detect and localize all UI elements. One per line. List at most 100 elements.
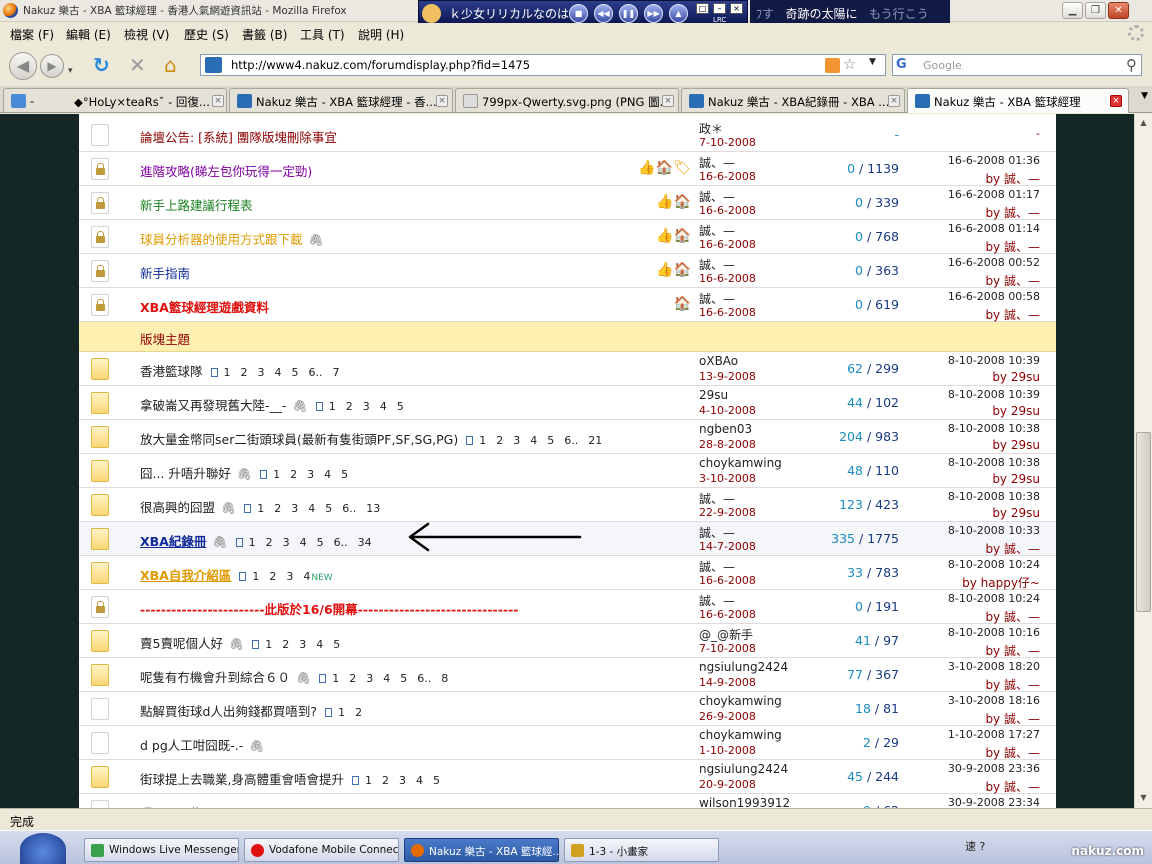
page-link[interactable]: 2 — [241, 366, 248, 379]
page-link[interactable]: 4 — [416, 774, 423, 787]
last-post-date[interactable]: 8-10-2008 10:24 — [948, 558, 1040, 571]
last-post-date[interactable]: 3-10-2008 18:20 — [948, 660, 1040, 673]
page-link[interactable]: 3 — [283, 536, 290, 549]
stop-icon[interactable]: ■ — [569, 4, 588, 23]
page-link[interactable]: 4 — [530, 434, 537, 447]
page-link[interactable]: 6.. — [334, 536, 348, 549]
thread-title-link[interactable]: XBA籃球經理遊戲資料 — [140, 300, 269, 315]
page-link[interactable]: 3 — [366, 672, 373, 685]
page-link[interactable]: 5 — [400, 672, 407, 685]
tab-close-icon[interactable]: × — [436, 95, 448, 107]
page-link[interactable]: 4 — [308, 502, 315, 515]
thread-author[interactable]: 誠、— — [699, 524, 735, 541]
bookmark-star-icon[interactable]: ☆ — [843, 55, 856, 73]
page-link[interactable]: 3 — [286, 570, 293, 583]
page-link[interactable]: 1 — [273, 468, 280, 481]
home-icon[interactable]: ⌂ — [164, 54, 177, 76]
tab-active[interactable]: Nakuz 樂古 - XBA 籃球經理 × — [907, 88, 1129, 113]
minimize-button[interactable]: ▁ — [1062, 2, 1083, 19]
page-link[interactable]: 1 — [265, 638, 272, 651]
vertical-scrollbar[interactable]: ▲ ▼ — [1134, 114, 1152, 808]
last-post-date[interactable]: 16-6-2008 01:36 — [948, 154, 1040, 167]
thread-author[interactable]: 誠、— — [699, 222, 735, 239]
history-dropdown-icon[interactable]: ▾ — [68, 60, 73, 82]
page-link[interactable]: 2 — [349, 672, 356, 685]
thread-author[interactable]: 誠、— — [699, 592, 735, 609]
page-link[interactable]: 6.. — [342, 502, 356, 515]
thread-author[interactable]: 誠、— — [699, 490, 735, 507]
thread-title-link[interactable]: 很高興的囧盟 — [140, 500, 215, 515]
thread-author[interactable]: 29su — [699, 388, 728, 402]
page-link[interactable]: 1 — [338, 706, 345, 719]
menu-history[interactable]: 歷史 (S) — [184, 26, 229, 43]
search-icon[interactable]: ⚲ — [1126, 56, 1137, 74]
last-poster-link[interactable]: 誠、— — [1004, 644, 1040, 658]
page-link[interactable]: 3 — [307, 468, 314, 481]
page-link[interactable]: 2 — [274, 502, 281, 515]
last-poster-link[interactable]: 29su — [1011, 472, 1040, 486]
last-post-date[interactable]: 30-9-2008 23:34 — [948, 796, 1040, 808]
last-poster-link[interactable]: 誠、— — [1004, 712, 1040, 726]
last-post-date[interactable]: 8-10-2008 10:16 — [948, 626, 1040, 639]
close-button[interactable]: ✕ — [1108, 2, 1129, 19]
thread-title-link[interactable]: 拿破崙又再發現舊大陸-__- — [140, 398, 287, 413]
page-link[interactable]: 1 — [329, 400, 336, 413]
last-post-date[interactable]: 8-10-2008 10:38 — [948, 422, 1040, 435]
page-link[interactable]: 3 — [399, 774, 406, 787]
last-post-date[interactable]: 16-6-2008 00:58 — [948, 290, 1040, 303]
thread-title-link[interactable]: XBA自我介紹區 — [140, 568, 231, 583]
last-poster-link[interactable]: 29su — [1011, 370, 1040, 384]
thread-title-link[interactable]: 球員分析器的使用方式跟下載 — [140, 232, 303, 247]
page-link[interactable]: 13 — [366, 502, 380, 515]
page-link[interactable]: 6.. — [309, 366, 323, 379]
player-restore-icon[interactable]: □ — [696, 3, 709, 14]
page-link[interactable]: 3 — [258, 366, 265, 379]
page-link[interactable]: 2 — [282, 638, 289, 651]
page-link[interactable]: 6.. — [417, 672, 431, 685]
last-post-date[interactable]: - — [1036, 127, 1040, 140]
taskbar-item-paint[interactable]: 1-3 - 小畫家 — [564, 838, 719, 862]
page-link[interactable]: 2 — [290, 468, 297, 481]
page-link[interactable]: 1 — [257, 502, 264, 515]
page-link[interactable]: 2 — [355, 706, 362, 719]
thread-title-link[interactable]: 囧... 升唔升聯好 — [140, 466, 231, 481]
thread-title-link[interactable]: 新手上路建議行程表 — [140, 198, 253, 213]
menu-help[interactable]: 說明 (H) — [358, 26, 404, 43]
page-link[interactable]: 3 — [299, 638, 306, 651]
page-link[interactable]: 5 — [547, 434, 554, 447]
last-post-date[interactable]: 8-10-2008 10:24 — [948, 592, 1040, 605]
eject-icon[interactable]: ▲ — [669, 4, 688, 23]
last-poster-link[interactable]: 誠、— — [1004, 274, 1040, 288]
scroll-up-icon[interactable]: ▲ — [1136, 115, 1151, 130]
player-minimize-icon[interactable]: – — [713, 3, 726, 14]
thread-author[interactable]: 政＊ — [699, 120, 723, 137]
page-link[interactable]: 5 — [333, 638, 340, 651]
menu-tools[interactable]: 工具 (T) — [300, 26, 345, 43]
last-poster-link[interactable]: 誠、— — [1004, 746, 1040, 760]
last-poster-link[interactable]: 誠、— — [1004, 206, 1040, 220]
last-poster-link[interactable]: 誠、— — [1004, 780, 1040, 794]
thread-title-link[interactable]: 放大量金幣同ser二街頭球員(最新有隻街頭PF,SF,SG,PG) — [140, 432, 458, 447]
scroll-down-icon[interactable]: ▼ — [1136, 790, 1151, 805]
page-link[interactable]: 8 — [441, 672, 448, 685]
tab-1[interactable]: - ◆°HoLy×teaRs˘ - 回復... × — [3, 88, 227, 112]
tab-close-icon[interactable]: × — [1110, 95, 1122, 107]
maximize-button[interactable]: ❐ — [1085, 2, 1106, 19]
thread-title-link[interactable]: 賣5賣呢個人好 — [140, 636, 223, 651]
page-link[interactable]: 5 — [397, 400, 404, 413]
last-poster-link[interactable]: 誠、— — [1004, 678, 1040, 692]
last-poster-link[interactable]: happy仔~ — [981, 576, 1040, 590]
tab-list-icon[interactable]: ▼ — [1141, 91, 1148, 101]
thread-author[interactable]: 誠、— — [699, 290, 735, 307]
thread-title-link[interactable]: d pg人工咁囧既-.- — [140, 738, 243, 753]
tab-close-icon[interactable]: × — [662, 95, 674, 107]
last-poster-link[interactable]: 誠、— — [1004, 172, 1040, 186]
last-post-date[interactable]: 16-6-2008 01:14 — [948, 222, 1040, 235]
thread-author[interactable]: 誠、— — [699, 558, 735, 575]
thread-title-link[interactable]: ------------------------此版於16/6開幕-------… — [140, 602, 519, 617]
thread-title-link[interactable]: XBA紀錄冊 — [140, 534, 206, 549]
taskbar-item-messenger[interactable]: Windows Live Messenger — [84, 838, 239, 862]
thread-title-link[interactable]: 香港籃球隊 — [140, 364, 203, 379]
last-poster-link[interactable]: 29su — [1011, 404, 1040, 418]
page-link[interactable]: 2 — [496, 434, 503, 447]
